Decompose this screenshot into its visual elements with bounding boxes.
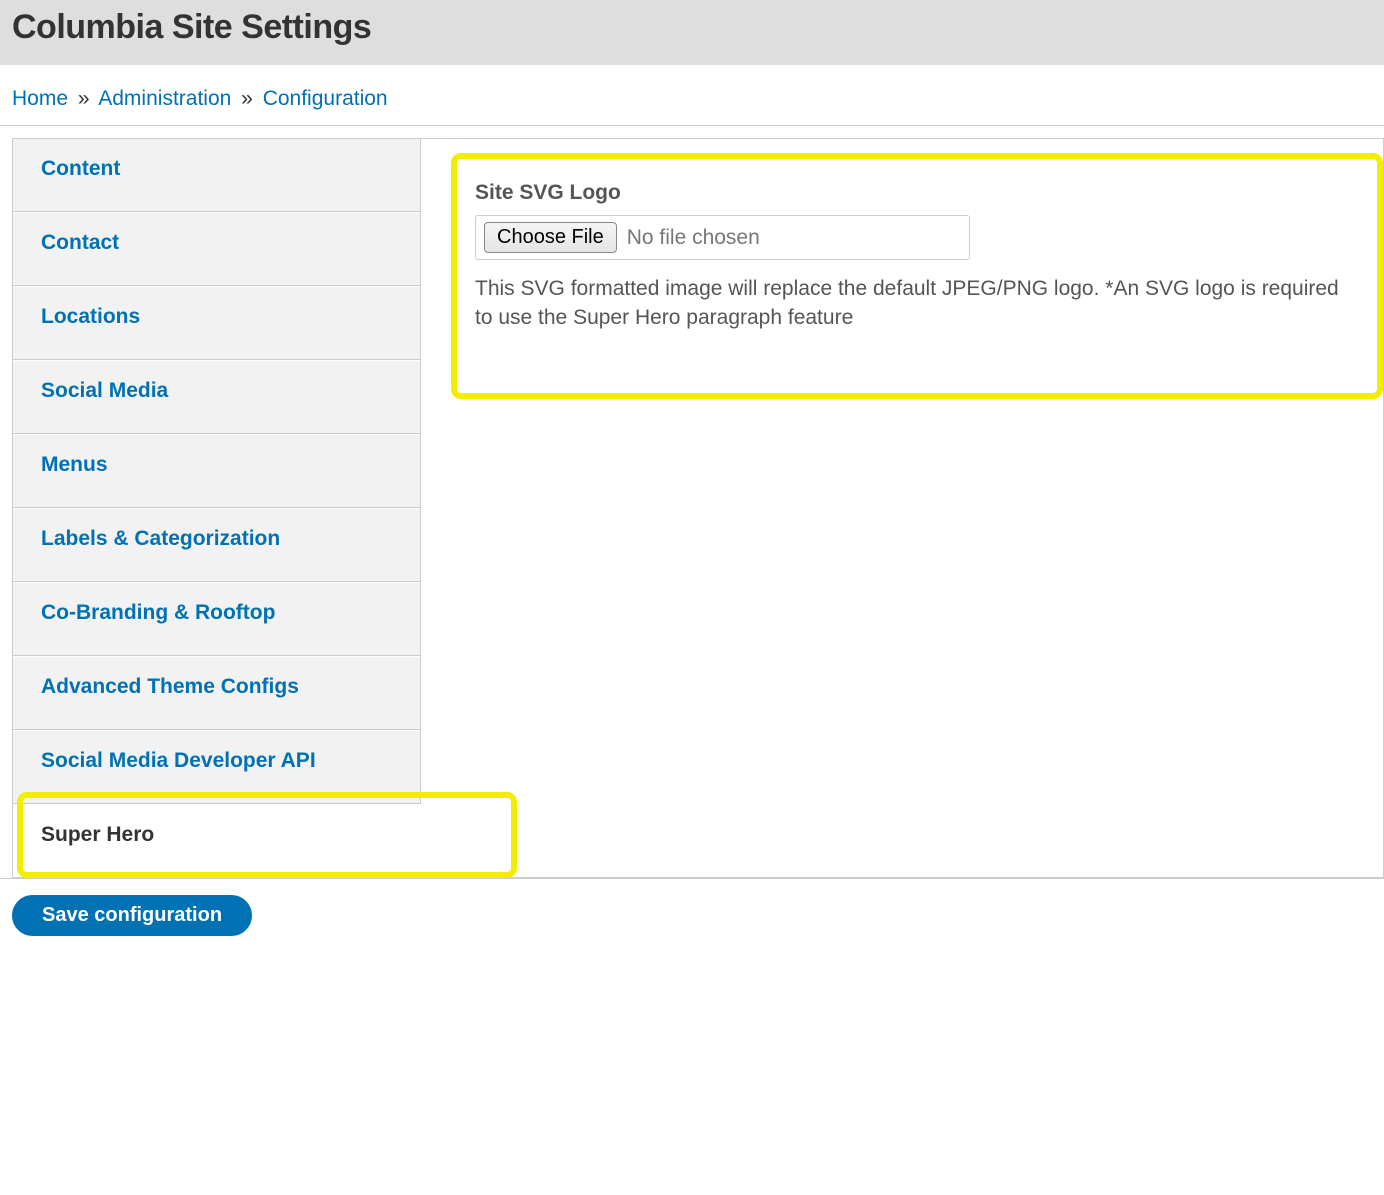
field-label: Site SVG Logo	[475, 181, 1359, 205]
save-configuration-button[interactable]: Save configuration	[12, 895, 252, 936]
actions-bar: Save configuration	[0, 879, 1384, 986]
breadcrumb-link-administration[interactable]: Administration	[98, 87, 231, 110]
header-bar: Columbia Site Settings	[0, 0, 1384, 65]
breadcrumb-link-configuration[interactable]: Configuration	[263, 87, 388, 110]
tab-social-media[interactable]: Social Media	[13, 360, 420, 434]
tab-contact[interactable]: Contact	[13, 212, 420, 286]
file-status: No file chosen	[617, 226, 760, 250]
tab-locations[interactable]: Locations	[13, 286, 420, 360]
settings-container: Content Contact Locations Social Media M…	[12, 138, 1384, 878]
choose-file-button[interactable]: Choose File	[484, 222, 617, 253]
breadcrumb-separator: »	[74, 87, 94, 110]
tab-labels-categorization[interactable]: Labels & Categorization	[13, 508, 420, 582]
tab-content[interactable]: Content	[13, 139, 420, 212]
breadcrumb-link-home[interactable]: Home	[12, 87, 68, 110]
page-title: Columbia Site Settings	[12, 8, 1372, 47]
vertical-tabs: Content Contact Locations Social Media M…	[13, 139, 421, 877]
tab-content-pane: Site SVG Logo Choose File No file chosen…	[421, 139, 1383, 877]
tab-advanced-theme-configs[interactable]: Advanced Theme Configs	[13, 656, 420, 730]
tab-menus[interactable]: Menus	[13, 434, 420, 508]
highlight-annotation: Site SVG Logo Choose File No file chosen…	[451, 153, 1383, 399]
tab-super-hero[interactable]: Super Hero	[13, 804, 421, 877]
breadcrumb: Home » Administration » Configuration	[0, 65, 1384, 125]
field-description: This SVG formatted image will replace th…	[475, 274, 1359, 333]
breadcrumb-separator: »	[237, 87, 257, 110]
divider	[0, 125, 1384, 126]
tab-co-branding-rooftop[interactable]: Co-Branding & Rooftop	[13, 582, 420, 656]
file-input-wrapper[interactable]: Choose File No file chosen	[475, 215, 970, 260]
tab-social-media-developer-api[interactable]: Social Media Developer API	[13, 730, 420, 804]
